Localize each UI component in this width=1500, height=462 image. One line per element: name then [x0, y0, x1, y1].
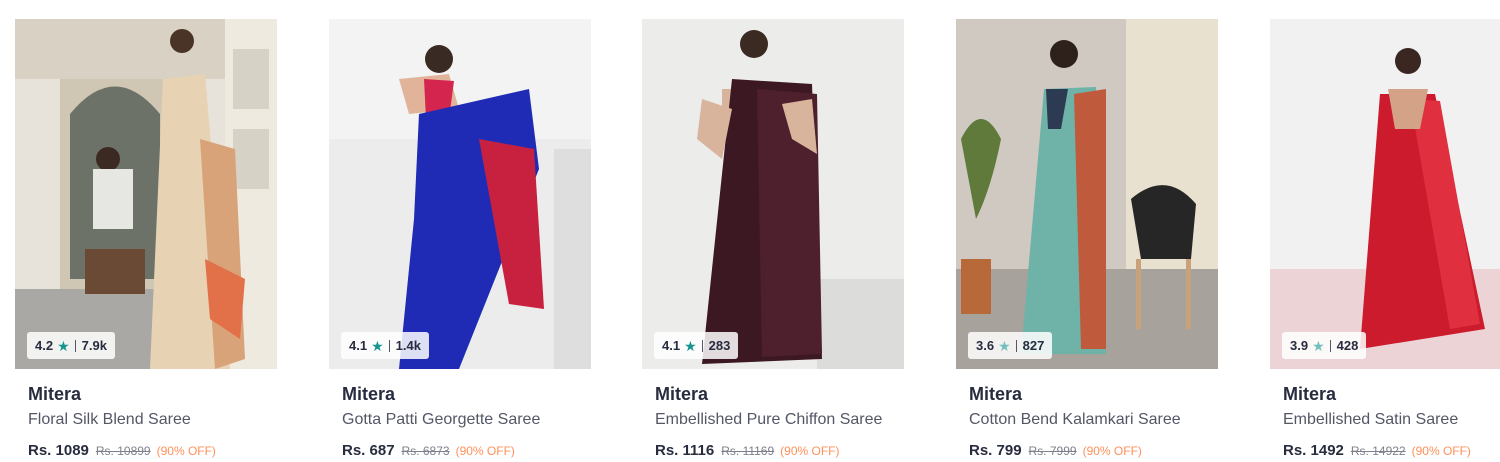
product-name[interactable]: Cotton Bend Kalamkari Saree	[969, 410, 1218, 430]
selling-price: Rs. 687	[342, 442, 395, 459]
rating-divider	[1329, 339, 1331, 352]
mrp-price: Rs. 6873	[401, 444, 450, 458]
product-brand[interactable]: Mitera	[28, 383, 277, 405]
rating-badge: 3.9 ★ 428	[1282, 332, 1367, 359]
discount-label: (90% OFF)	[1411, 444, 1471, 458]
star-icon: ★	[684, 337, 697, 354]
product-image[interactable]: 4.2 ★ 7.9k	[15, 19, 277, 369]
product-image[interactable]: 3.6 ★ 827	[956, 19, 1218, 369]
mrp-price: Rs. 10899	[95, 444, 151, 458]
product-info[interactable]: Mitera Cotton Bend Kalamkari Saree Rs. 7…	[956, 369, 1218, 460]
rating-divider	[74, 339, 76, 352]
star-icon: ★	[57, 337, 70, 354]
rating-badge: 4.2 ★ 7.9k	[27, 332, 115, 359]
rating-count: 7.9k	[81, 338, 107, 353]
product-name[interactable]: Embellished Pure Chiffon Saree	[655, 410, 904, 430]
discount-label: (90% OFF)	[156, 444, 216, 458]
product-card[interactable]: 4.1 ★ 1.4k Mitera Gotta Patti Georgette …	[329, 19, 591, 462]
rating-divider	[701, 339, 703, 352]
rating-value: 4.1	[349, 338, 368, 353]
price-row: Rs. 1492 Rs. 14922 (90% OFF)	[1283, 442, 1500, 460]
rating-divider	[1015, 339, 1017, 352]
selling-price: Rs. 799	[969, 442, 1022, 459]
mrp-price: Rs. 11169	[721, 444, 775, 458]
rating-value: 4.1	[662, 338, 681, 353]
product-card[interactable]: 3.9 ★ 428 Mitera Embellished Satin Saree…	[1270, 19, 1500, 462]
selling-price: Rs. 1089	[28, 442, 89, 459]
price-row: Rs. 687 Rs. 6873 (90% OFF)	[342, 442, 591, 460]
discount-label: (90% OFF)	[780, 444, 840, 458]
product-info[interactable]: Mitera Embellished Satin Saree Rs. 1492 …	[1270, 369, 1500, 460]
product-brand[interactable]: Mitera	[1283, 383, 1500, 405]
mrp-price: Rs. 14922	[1350, 444, 1406, 458]
product-brand[interactable]: Mitera	[342, 383, 591, 405]
product-info[interactable]: Mitera Embellished Pure Chiffon Saree Rs…	[642, 369, 904, 460]
product-name[interactable]: Floral Silk Blend Saree	[28, 410, 277, 430]
rating-badge: 4.1 ★ 1.4k	[341, 332, 429, 359]
price-row: Rs. 1089 Rs. 10899 (90% OFF)	[28, 442, 277, 460]
product-card[interactable]: 4.1 ★ 283 Mitera Embellished Pure Chiffo…	[642, 19, 904, 462]
price-row: Rs. 799 Rs. 7999 (90% OFF)	[969, 442, 1218, 460]
rating-count: 827	[1022, 338, 1045, 353]
product-grid: 4.2 ★ 7.9k Mitera Floral Silk Blend Sare…	[0, 0, 1500, 462]
product-brand[interactable]: Mitera	[969, 383, 1218, 405]
price-row: Rs. 1116 Rs. 11169 (90% OFF)	[655, 442, 904, 460]
product-info[interactable]: Mitera Gotta Patti Georgette Saree Rs. 6…	[329, 369, 591, 460]
mrp-price: Rs. 7999	[1028, 444, 1077, 458]
star-icon: ★	[998, 337, 1011, 354]
product-name[interactable]: Gotta Patti Georgette Saree	[342, 410, 591, 430]
rating-count: 1.4k	[395, 338, 421, 353]
star-icon: ★	[371, 337, 384, 354]
product-card[interactable]: 3.6 ★ 827 Mitera Cotton Bend Kalamkari S…	[956, 19, 1218, 462]
discount-label: (90% OFF)	[1082, 444, 1142, 458]
discount-label: (90% OFF)	[455, 444, 515, 458]
rating-badge: 4.1 ★ 283	[654, 332, 739, 359]
product-card[interactable]: 4.2 ★ 7.9k Mitera Floral Silk Blend Sare…	[15, 19, 277, 462]
rating-badge: 3.6 ★ 827	[968, 332, 1053, 359]
selling-price: Rs. 1116	[655, 442, 715, 459]
rating-count: 428	[1336, 338, 1359, 353]
rating-divider	[388, 339, 390, 352]
rating-value: 4.2	[35, 338, 54, 353]
rating-value: 3.6	[976, 338, 995, 353]
product-image[interactable]: 3.9 ★ 428	[1270, 19, 1500, 369]
rating-value: 3.9	[1290, 338, 1309, 353]
star-icon: ★	[1312, 337, 1325, 354]
product-image[interactable]: 4.1 ★ 1.4k	[329, 19, 591, 369]
selling-price: Rs. 1492	[1283, 442, 1344, 459]
product-info[interactable]: Mitera Floral Silk Blend Saree Rs. 1089 …	[15, 369, 277, 460]
rating-count: 283	[708, 338, 731, 353]
product-image[interactable]: 4.1 ★ 283	[642, 19, 904, 369]
product-name[interactable]: Embellished Satin Saree	[1283, 410, 1500, 430]
product-brand[interactable]: Mitera	[655, 383, 904, 405]
